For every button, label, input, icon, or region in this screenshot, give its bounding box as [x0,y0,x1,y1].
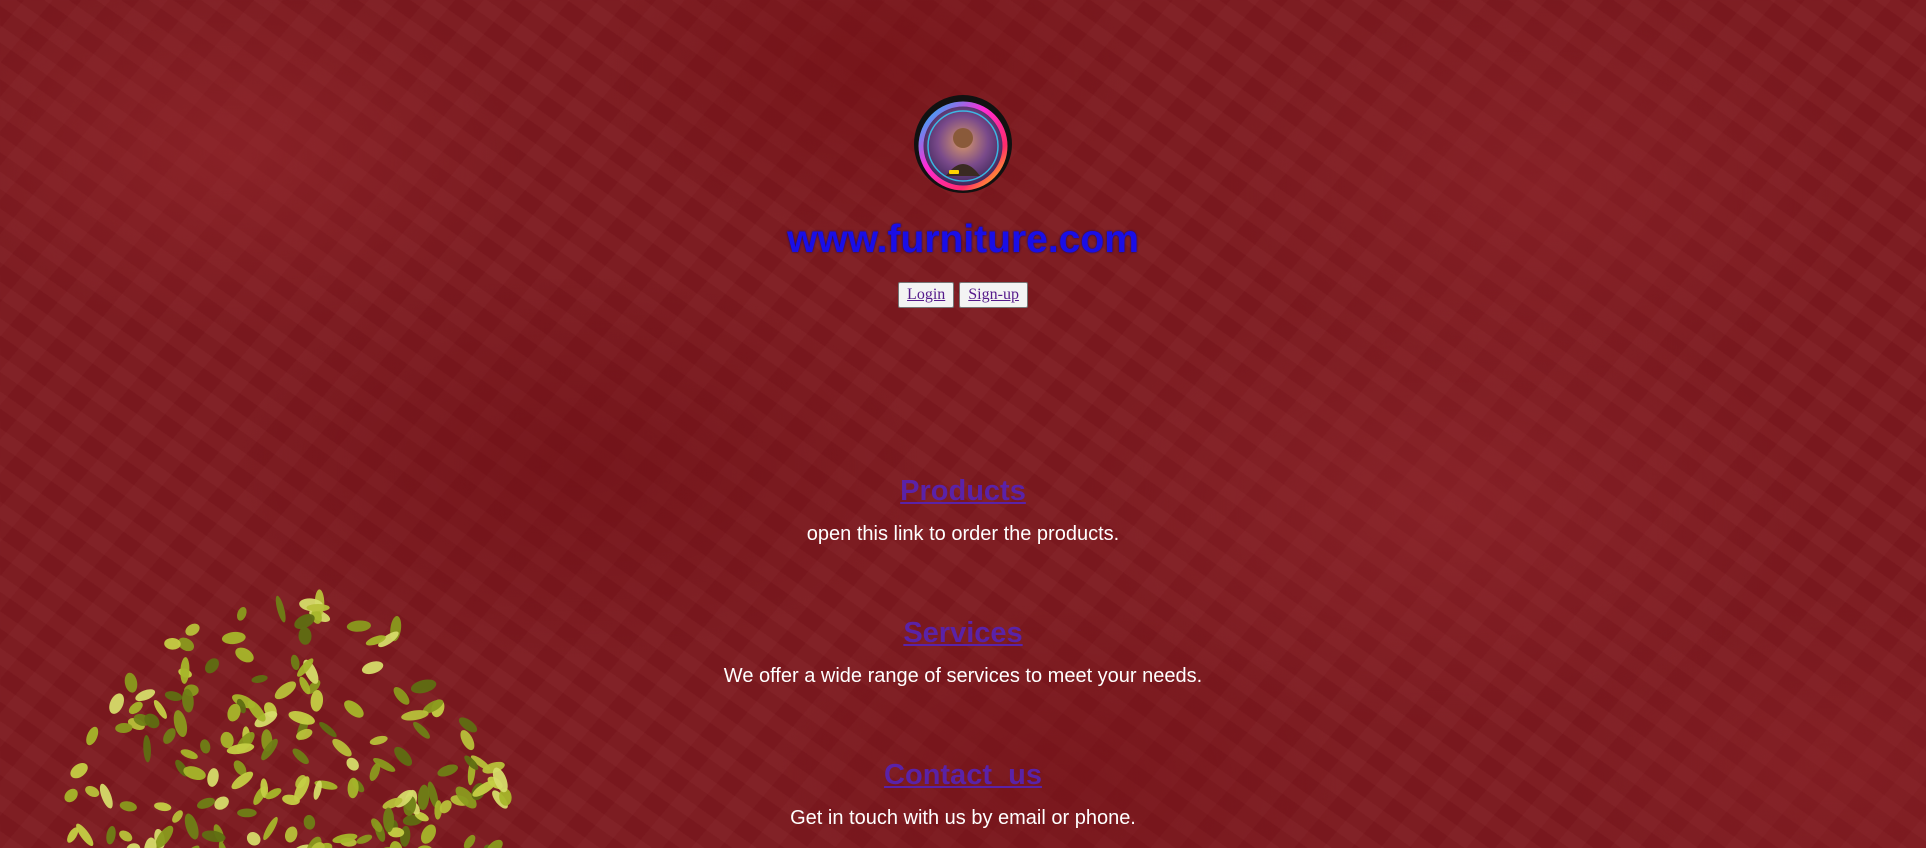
auth-buttons: Login Sign-up [0,281,1926,308]
plant-leaf [163,728,176,744]
plant-leaf [306,604,330,612]
plant-leaf [332,738,352,757]
signup-button[interactable]: Sign-up [959,281,1028,308]
plant-leaf [463,834,476,848]
plant-leaf [164,691,183,702]
plant-leaf [246,832,261,846]
plant-leaf [458,717,478,733]
plant-leaf [86,726,99,746]
products-link[interactable]: Products [900,475,1026,508]
site-title: www.furniture.com [787,218,1139,261]
services-description: We offer a wide range of services to mee… [723,664,1203,687]
products-section: Products open this link to order the pro… [0,475,1926,546]
plant-leaf [413,721,430,739]
plant-leaf [186,845,200,848]
plant-leaf [356,834,373,844]
plant-leaf [119,830,133,842]
contact-link[interactable]: Contact_us [884,759,1042,792]
plant-leaf [128,701,143,715]
plant-leaf [143,735,151,763]
plant-leaf [344,700,364,718]
contact-description: Get in touch with us by email or phone. [790,806,1136,829]
plant-leaf [319,721,337,738]
services-section: Services We offer a wide range of servic… [0,617,1926,688]
services-link[interactable]: Services [903,617,1022,650]
contact-section: Contact_us Get in touch with us by email… [0,759,1926,830]
avatar [914,95,1012,193]
login-button[interactable]: Login [898,281,955,308]
plant-leaf [200,739,211,754]
plant-leaf [135,689,156,702]
products-description: open this link to order the products. [806,522,1120,545]
plant-leaf [109,693,124,714]
plant-leaf [126,843,141,848]
site-header: www.furniture.com Login Sign-up [0,94,1926,308]
plant-leaf [369,735,388,745]
